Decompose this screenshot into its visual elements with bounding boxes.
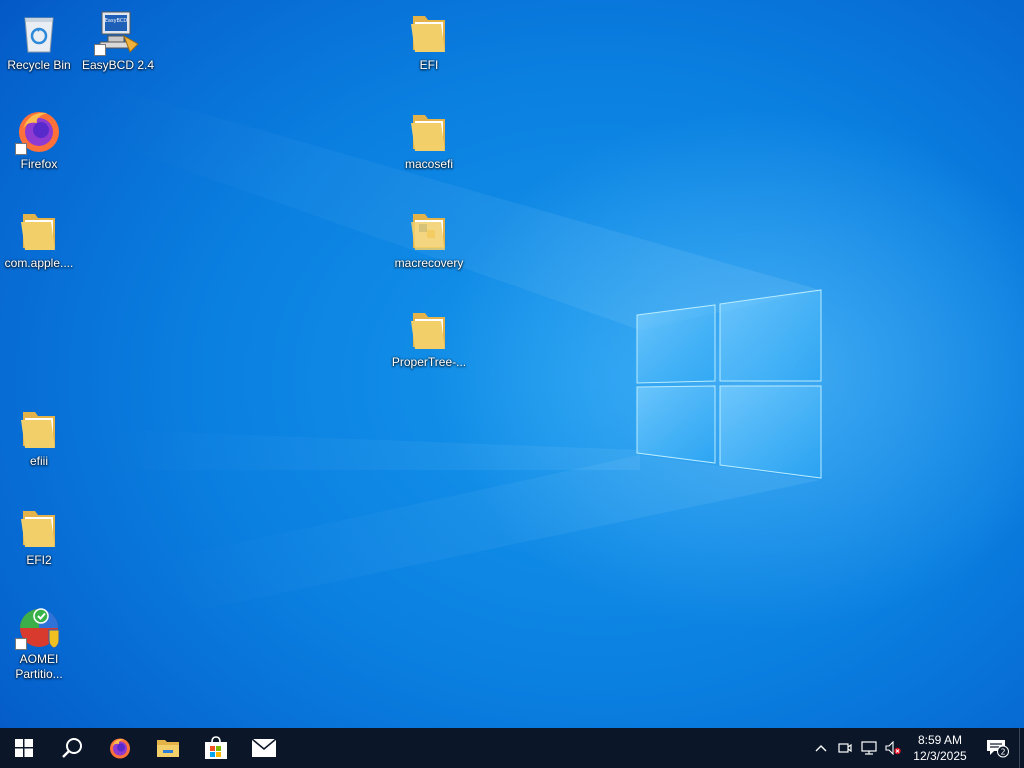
desktop-icon-recycle-bin[interactable]: Recycle Bin (0, 2, 78, 98)
taskbar-microsoft-store[interactable] (192, 728, 240, 768)
shortcut-arrow-icon (15, 638, 27, 650)
desktop-icon-macosefi[interactable]: macosefi (390, 101, 468, 197)
taskbar: 8:59 AM 12/3/2025 2 (0, 728, 1024, 768)
folder-icon (405, 206, 453, 254)
folder-icon (15, 206, 63, 254)
desktop-icon-label: ProperTree-... (391, 355, 467, 369)
folder-icon (15, 503, 63, 551)
system-tray: 8:59 AM 12/3/2025 2 (809, 728, 1024, 768)
desktop-icon-efi2[interactable]: EFI2 (0, 497, 78, 593)
shortcut-arrow-icon (15, 143, 27, 155)
easybcd-icon: EasyBCD (94, 8, 142, 56)
desktop-icon-label: Recycle Bin (7, 58, 71, 72)
desktop-icon-com-apple[interactable]: com.apple.... (0, 200, 78, 296)
desktop-icon-macrecovery[interactable]: macrecovery (390, 200, 468, 296)
network-button[interactable] (857, 728, 881, 768)
notification-icon: 2 (987, 740, 1009, 758)
svg-text:EasyBCD: EasyBCD (105, 18, 128, 24)
folder-icon (15, 404, 63, 452)
microsoft-store-icon (205, 736, 227, 759)
desktop-icon-label: EasyBCD 2.4 (81, 58, 155, 72)
desktop-icon-propertree[interactable]: ProperTree-... (390, 299, 468, 395)
desktop-icon-label: EFI (419, 58, 439, 72)
desktop-icon-aomei[interactable]: AOMEI Partitio... (0, 596, 78, 706)
search-icon (62, 738, 82, 758)
windows-logo-wallpaper (636, 289, 822, 479)
desktop-icon-label: EFI2 (26, 553, 52, 567)
shortcut-arrow-icon (94, 44, 106, 56)
meet-now-button[interactable] (833, 728, 857, 768)
taskbar-file-explorer[interactable] (144, 728, 192, 768)
search-button[interactable] (48, 728, 96, 768)
desktop-icon-label: com.apple.... (4, 256, 74, 270)
file-explorer-icon (157, 740, 179, 757)
taskbar-firefox[interactable] (96, 728, 144, 768)
action-center-button[interactable]: 2 (975, 728, 1019, 768)
folder-icon (405, 8, 453, 56)
mail-icon (252, 739, 276, 757)
show-desktop-button[interactable] (1019, 728, 1024, 768)
volume-muted-icon (885, 741, 901, 755)
firefox-icon (110, 738, 130, 759)
chevron-up-icon (815, 745, 827, 752)
desktop-icon-label: macrecovery (394, 256, 464, 270)
recycle-bin-icon (15, 8, 63, 56)
network-icon (861, 741, 877, 755)
firefox-icon (15, 107, 63, 155)
clock-time: 8:59 AM (917, 733, 963, 747)
clock-date: 12/3/2025 (913, 749, 967, 763)
folder-icon (405, 107, 453, 155)
show-hidden-icons-button[interactable] (809, 728, 833, 768)
start-icon (15, 739, 33, 757)
wallpaper-beams (100, 90, 820, 610)
volume-button[interactable] (881, 728, 905, 768)
taskbar-mail[interactable] (240, 728, 288, 768)
desktop-icon-firefox[interactable]: Firefox (0, 101, 78, 197)
desktop-icon-label: Firefox (20, 157, 58, 171)
desktop-icon-label: efiii (29, 454, 48, 468)
desktop-icon-easybcd[interactable]: EasyBCD EasyBCD 2.4 (79, 2, 157, 98)
clock[interactable]: 8:59 AM 12/3/2025 (905, 732, 975, 764)
desktop-icon-label: AOMEI Partitio... (15, 652, 63, 681)
notification-count-badge: 2 (1000, 748, 1005, 757)
meet-now-icon (838, 743, 852, 753)
desktop[interactable]: Recycle Bin EasyBCD EasyBCD 2.4 EFI Fire… (0, 0, 1024, 728)
aomei-icon (15, 602, 63, 650)
desktop-icon-label: macosefi (404, 157, 454, 171)
start-button[interactable] (0, 728, 48, 768)
folder-icon (405, 305, 453, 353)
desktop-icon-efi[interactable]: EFI (390, 2, 468, 98)
desktop-icon-efiii[interactable]: efiii (0, 398, 78, 494)
